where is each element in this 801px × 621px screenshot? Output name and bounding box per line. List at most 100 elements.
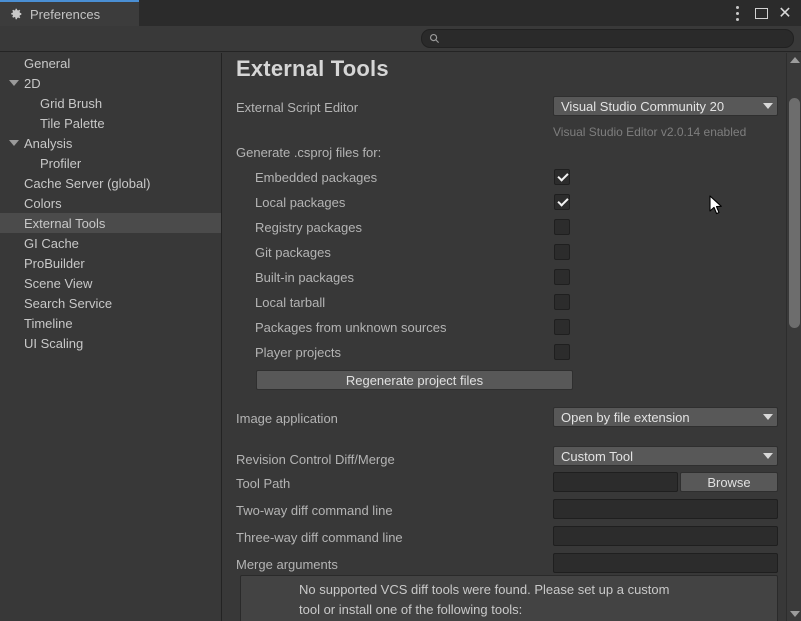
checkbox-player-projects[interactable] xyxy=(554,344,570,360)
checkbox-label-builtin-packages: Built-in packages xyxy=(255,270,354,285)
script-editor-note: Visual Studio Editor v2.0.14 enabled xyxy=(553,125,746,139)
chevron-down-icon[interactable] xyxy=(9,80,19,86)
external-tools-panel: External Tools External Script Editor Vi… xyxy=(223,53,801,621)
sidebar-item-external-tools[interactable]: External Tools xyxy=(0,213,221,233)
checkbox-builtin-packages[interactable] xyxy=(554,269,570,285)
maximize-icon xyxy=(755,8,768,19)
preferences-window: Preferences ✕ Ge xyxy=(0,0,801,621)
sidebar-item-label: Colors xyxy=(24,196,62,211)
kebab-menu-button[interactable] xyxy=(725,0,749,26)
image-application-dropdown[interactable]: Open by file extension xyxy=(553,407,778,427)
three-way-diff-label: Three-way diff command line xyxy=(236,530,403,545)
checkbox-label-local-packages: Local packages xyxy=(255,195,345,210)
scroll-up-arrow-icon[interactable] xyxy=(790,57,800,63)
chevron-down-icon xyxy=(763,453,773,459)
chevron-down-icon xyxy=(763,103,773,109)
checkbox-label-embedded-packages: Embedded packages xyxy=(255,170,377,185)
sidebar-item-scene-view[interactable]: Scene View xyxy=(0,273,221,293)
checkbox-unknown-sources[interactable] xyxy=(554,319,570,335)
sidebar-item-grid-brush[interactable]: Grid Brush xyxy=(0,93,221,113)
close-icon: ✕ xyxy=(778,5,791,21)
sidebar-item-cache-server[interactable]: Cache Server (global) xyxy=(0,173,221,193)
sidebar-item-ui-scaling[interactable]: UI Scaling xyxy=(0,333,221,353)
checkbox-registry-packages[interactable] xyxy=(554,219,570,235)
title-bar: Preferences ✕ xyxy=(0,0,801,26)
tool-path-label: Tool Path xyxy=(236,476,290,491)
checkbox-label-registry-packages: Registry packages xyxy=(255,220,362,235)
sidebar-item-label: Timeline xyxy=(24,316,73,331)
sidebar-item-profiler[interactable]: Profiler xyxy=(0,153,221,173)
sidebar-item-label: Cache Server (global) xyxy=(24,176,150,191)
checkbox-local-tarball[interactable] xyxy=(554,294,570,310)
sidebar-item-label: GI Cache xyxy=(24,236,79,251)
checkbox-label-git-packages: Git packages xyxy=(255,245,331,260)
sidebar-item-label: Tile Palette xyxy=(40,116,105,131)
sidebar-item-search-service[interactable]: Search Service xyxy=(0,293,221,313)
vcs-info-line-1: No supported VCS diff tools were found. … xyxy=(241,576,777,600)
revision-control-dropdown[interactable]: Custom Tool xyxy=(553,446,778,466)
tool-path-input[interactable] xyxy=(553,472,678,492)
checkbox-embedded-packages[interactable] xyxy=(554,169,570,185)
revision-control-value: Custom Tool xyxy=(561,449,759,464)
sidebar-item-label: Grid Brush xyxy=(40,96,102,111)
external-script-editor-label: External Script Editor xyxy=(236,100,358,115)
image-application-value: Open by file extension xyxy=(561,410,759,425)
sidebar-item-label: ProBuilder xyxy=(24,256,85,271)
page-title: External Tools xyxy=(236,56,389,82)
gear-icon xyxy=(9,7,23,21)
sidebar-item-label: Search Service xyxy=(24,296,112,311)
sidebar-item-label: 2D xyxy=(24,76,41,91)
scroll-down-arrow-icon[interactable] xyxy=(790,611,800,617)
sidebar-item-label: Scene View xyxy=(24,276,92,291)
chevron-down-icon xyxy=(763,414,773,420)
close-button[interactable]: ✕ xyxy=(773,0,797,26)
merge-arguments-input[interactable] xyxy=(553,553,778,573)
sidebar-item-probuilder[interactable]: ProBuilder xyxy=(0,253,221,273)
regenerate-project-files-button[interactable]: Regenerate project files xyxy=(256,370,573,390)
two-way-diff-label: Two-way diff command line xyxy=(236,503,393,518)
external-script-editor-value: Visual Studio Community 20 xyxy=(561,99,759,114)
kebab-menu-icon xyxy=(736,4,739,22)
image-application-label: Image application xyxy=(236,411,338,426)
sidebar-item-label: UI Scaling xyxy=(24,336,83,351)
checkbox-label-local-tarball: Local tarball xyxy=(255,295,325,310)
sidebar-item-label: General xyxy=(24,56,70,71)
sidebar-item-label: External Tools xyxy=(24,216,105,231)
browse-label: Browse xyxy=(707,475,750,490)
sidebar-item-label: Profiler xyxy=(40,156,81,171)
vcs-info-box: No supported VCS diff tools were found. … xyxy=(240,575,778,621)
revision-control-label: Revision Control Diff/Merge xyxy=(236,452,395,467)
window-controls: ✕ xyxy=(725,0,797,26)
regenerate-project-files-label: Regenerate project files xyxy=(346,373,483,388)
checkbox-local-packages[interactable] xyxy=(554,194,570,210)
sidebar-item-general[interactable]: General xyxy=(0,53,221,73)
chevron-down-icon[interactable] xyxy=(9,140,19,146)
browse-button[interactable]: Browse xyxy=(680,472,778,492)
sidebar-item-analysis[interactable]: Analysis xyxy=(0,133,221,153)
search-input[interactable] xyxy=(440,30,793,47)
tab-label: Preferences xyxy=(30,8,100,21)
search-box[interactable] xyxy=(421,29,794,48)
maximize-button[interactable] xyxy=(749,0,773,26)
sidebar-item-colors[interactable]: Colors xyxy=(0,193,221,213)
merge-arguments-label: Merge arguments xyxy=(236,557,338,572)
three-way-diff-input[interactable] xyxy=(553,526,778,546)
search-bar xyxy=(0,26,801,52)
tab-preferences[interactable]: Preferences xyxy=(0,0,139,26)
search-icon xyxy=(429,33,440,44)
settings-tree: General 2D Grid Brush Tile Palette Analy… xyxy=(0,53,222,621)
checkbox-label-unknown-sources: Packages from unknown sources xyxy=(255,320,446,335)
sidebar-item-2d[interactable]: 2D xyxy=(0,73,221,93)
content-scrollbar[interactable] xyxy=(786,53,801,621)
vcs-info-line-2: tool or install one of the following too… xyxy=(241,600,777,620)
two-way-diff-input[interactable] xyxy=(553,499,778,519)
sidebar-item-timeline[interactable]: Timeline xyxy=(0,313,221,333)
mouse-cursor xyxy=(709,195,723,216)
sidebar-item-gi-cache[interactable]: GI Cache xyxy=(0,233,221,253)
sidebar-item-tile-palette[interactable]: Tile Palette xyxy=(0,113,221,133)
scrollbar-thumb[interactable] xyxy=(789,98,800,328)
external-script-editor-dropdown[interactable]: Visual Studio Community 20 xyxy=(553,96,778,116)
csproj-heading: Generate .csproj files for: xyxy=(236,145,381,160)
checkbox-git-packages[interactable] xyxy=(554,244,570,260)
checkbox-label-player-projects: Player projects xyxy=(255,345,341,360)
